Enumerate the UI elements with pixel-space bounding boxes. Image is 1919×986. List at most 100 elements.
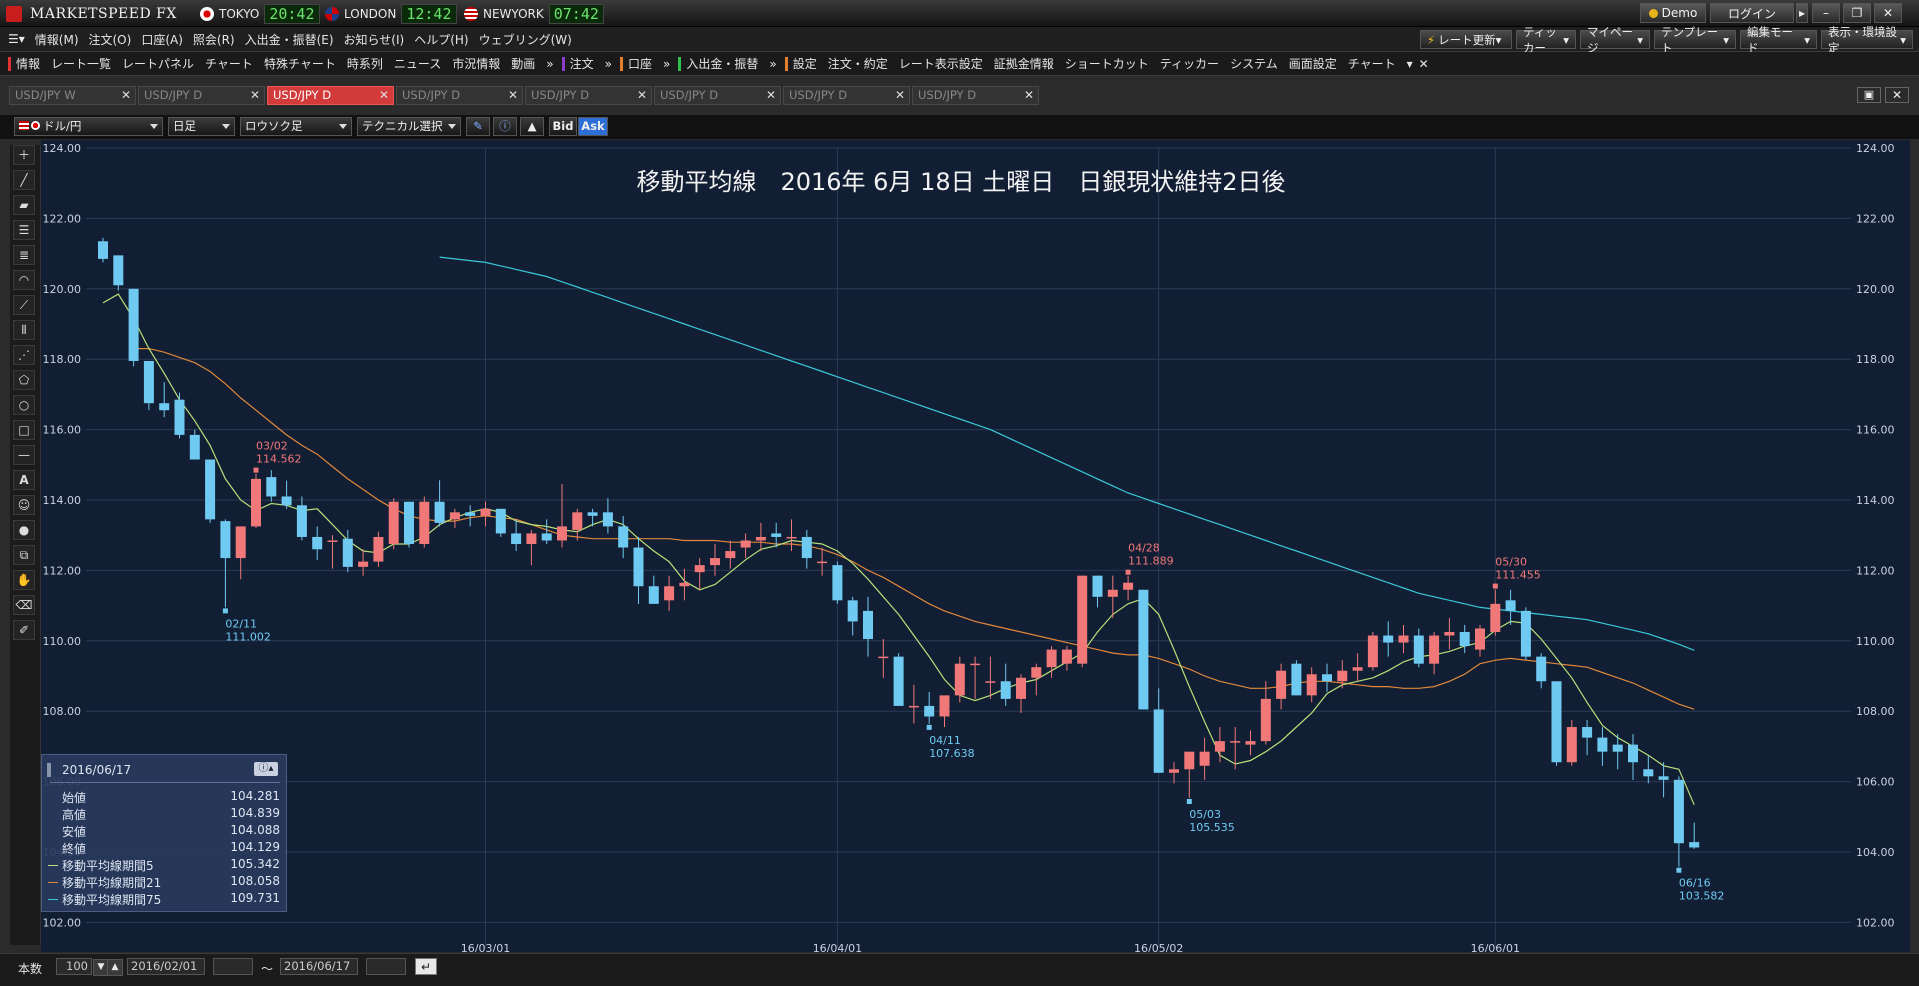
cycle-lines-icon[interactable]: ⦀ bbox=[13, 320, 35, 340]
login-button[interactable]: ログイン bbox=[1710, 3, 1794, 23]
toolbar-timeseries[interactable]: 時系列 bbox=[347, 55, 383, 72]
ruler-icon[interactable]: ▰ bbox=[13, 195, 35, 215]
tab-usdjpy[interactable]: USD/JPY D ✕ bbox=[783, 86, 910, 105]
toolbar-chart-settings[interactable]: チャート bbox=[1348, 55, 1396, 72]
minimize-icon[interactable]: – bbox=[1812, 3, 1840, 23]
pentagon-icon[interactable]: ⬠ bbox=[13, 370, 35, 390]
tab-usdjpy[interactable]: USD/JPY W ✕ bbox=[9, 86, 136, 105]
toolbar-market[interactable]: 市況情報 bbox=[452, 55, 500, 72]
eraser-icon[interactable]: ⌫ bbox=[13, 595, 35, 615]
menu-news[interactable]: お知らせ(I) bbox=[344, 31, 405, 48]
toolbar-info[interactable]: 情報 bbox=[16, 55, 40, 72]
tab-usdjpy[interactable]: USD/JPY D ✕ bbox=[912, 86, 1039, 105]
close-icon[interactable]: ✕ bbox=[379, 87, 389, 104]
toolbar-rate-list[interactable]: レート一覧 bbox=[51, 55, 111, 72]
toolbar-account[interactable]: 口座 bbox=[628, 55, 652, 72]
apply-return-icon[interactable]: ↵ bbox=[415, 958, 437, 975]
time-to-input[interactable] bbox=[366, 958, 406, 975]
chart-canvas[interactable]: 124.00 122.00 120.00 118.00 116.00 114.00 112.… bbox=[41, 140, 1910, 952]
demo-button[interactable]: Demo bbox=[1640, 3, 1706, 23]
eraser-all-icon[interactable]: ✐ bbox=[13, 620, 35, 640]
tab-usdjpy[interactable]: USD/JPY D ✕ bbox=[525, 86, 652, 105]
close-icon[interactable]: ✕ bbox=[508, 87, 518, 104]
text-icon[interactable]: A bbox=[13, 470, 35, 490]
close-icon[interactable]: ✕ bbox=[1419, 57, 1429, 71]
rectangle-icon[interactable]: □ bbox=[13, 420, 35, 440]
technical-select[interactable]: テクニカル選択 bbox=[357, 117, 461, 136]
mypage-button[interactable]: マイページ ▾ bbox=[1580, 25, 1650, 55]
toolbar-screen[interactable]: 画面設定 bbox=[1289, 55, 1337, 72]
toolbar-transfer[interactable]: 入出金・振替 bbox=[686, 55, 758, 72]
trendline-icon[interactable]: ╱ bbox=[13, 170, 35, 190]
hline-icon[interactable]: — bbox=[13, 445, 35, 465]
close-icon[interactable]: ✕ bbox=[1024, 87, 1034, 104]
toolbar-ticker[interactable]: ティッカー bbox=[1160, 55, 1219, 72]
menu-webring[interactable]: ウェブリング(W) bbox=[479, 31, 572, 48]
toolbar-video[interactable]: 動画 bbox=[511, 55, 535, 72]
toolbar-settings[interactable]: 設定 bbox=[793, 55, 817, 72]
fan-icon[interactable]: ⟋ bbox=[13, 295, 35, 315]
bid-button[interactable]: Bid bbox=[549, 117, 577, 136]
period-select[interactable]: 日足 bbox=[168, 117, 235, 136]
ball-icon[interactable]: ● bbox=[13, 520, 35, 540]
pitchfork-icon[interactable]: ⋰ bbox=[13, 345, 35, 365]
toolbar-rate-display[interactable]: レート表示設定 bbox=[899, 55, 983, 72]
more-icon[interactable]: » bbox=[769, 57, 776, 71]
pen-icon[interactable]: ✎ bbox=[466, 117, 490, 136]
hand-icon[interactable]: ✋ bbox=[13, 570, 35, 590]
more-icon[interactable]: » bbox=[605, 57, 612, 71]
fibonacci-icon[interactable]: ≣ bbox=[13, 245, 35, 265]
crosshair-icon[interactable]: ＋ bbox=[13, 145, 35, 165]
arc-icon[interactable]: ◠ bbox=[13, 270, 35, 290]
info-icon[interactable]: ⓘ bbox=[493, 117, 517, 136]
chart-style-select[interactable]: ロウソク足 bbox=[240, 117, 352, 136]
ticker-button[interactable]: ティッカー ▾ bbox=[1516, 25, 1576, 55]
menu-transfer[interactable]: 入出金・振替(E) bbox=[245, 31, 334, 48]
date-from-input[interactable]: 2016/02/01 bbox=[127, 958, 205, 975]
toolbar-margin[interactable]: 証拠金情報 bbox=[994, 55, 1054, 72]
maximize-icon[interactable]: ▣ bbox=[1857, 87, 1881, 103]
chart-type-icon[interactable]: ▲ bbox=[520, 117, 544, 136]
edit-mode-button[interactable]: 編集モード ▾ bbox=[1740, 25, 1817, 55]
restore-icon[interactable]: ❐ bbox=[1843, 3, 1871, 23]
toolbar-chart[interactable]: チャート bbox=[205, 55, 253, 72]
close-icon[interactable]: ✕ bbox=[1885, 87, 1909, 103]
login-arrow-icon[interactable]: ▸ bbox=[1796, 3, 1808, 23]
toolbar-order[interactable]: 注文 bbox=[570, 55, 594, 72]
info-collapse-icon[interactable]: ⓘ▴ bbox=[254, 762, 278, 776]
close-icon[interactable]: ✕ bbox=[766, 87, 776, 104]
count-up-icon[interactable]: ▲ bbox=[107, 959, 123, 976]
tab-usdjpy[interactable]: USD/JPY D ✕ bbox=[138, 86, 265, 105]
toolbar-special-chart[interactable]: 特殊チャート bbox=[264, 55, 336, 72]
horizontal-lines-icon[interactable]: ☰ bbox=[13, 220, 35, 240]
circle-icon[interactable]: ○ bbox=[13, 395, 35, 415]
menu-info[interactable]: 情報(M) bbox=[35, 31, 79, 48]
ask-button[interactable]: Ask bbox=[578, 117, 608, 136]
close-icon[interactable]: ✕ bbox=[1874, 3, 1902, 23]
count-input[interactable]: 100 bbox=[56, 958, 92, 975]
more-icon[interactable]: » bbox=[546, 57, 553, 71]
close-icon[interactable]: ✕ bbox=[895, 87, 905, 104]
currency-pair-select[interactable]: ドル/円 bbox=[14, 117, 163, 136]
toolbar-rate-panel[interactable]: レートパネル bbox=[122, 55, 194, 72]
toolbar-shortcut[interactable]: ショートカット bbox=[1065, 55, 1149, 72]
copy-icon[interactable]: ⧉ bbox=[13, 545, 35, 565]
close-icon[interactable]: ✕ bbox=[637, 87, 647, 104]
tab-usdjpy[interactable]: USD/JPY D ✕ bbox=[396, 86, 523, 105]
menu-inquiry[interactable]: 照会(R) bbox=[193, 31, 235, 48]
dropdown-icon[interactable]: ▾ bbox=[1407, 57, 1413, 71]
tab-usdjpy[interactable]: USD/JPY D ✕ bbox=[654, 86, 781, 105]
candlestick-chart[interactable]: 124.00 122.00 120.00 118.00 116.00 114.00 112.… bbox=[41, 140, 1910, 952]
menu-account[interactable]: 口座(A) bbox=[141, 31, 183, 48]
time-from-input[interactable] bbox=[213, 958, 253, 975]
display-settings-button[interactable]: 表示・環境設定 ▾ bbox=[1821, 25, 1913, 55]
toolbar-order-exec[interactable]: 注文・約定 bbox=[828, 55, 888, 72]
tab-usdjpy-active[interactable]: USD/JPY D ✕ bbox=[267, 86, 394, 105]
template-button[interactable]: テンプレート ▾ bbox=[1654, 25, 1736, 55]
toolbar-system[interactable]: システム bbox=[1230, 55, 1278, 72]
toolbar-news[interactable]: ニュース bbox=[394, 55, 441, 72]
emoji-icon[interactable]: ☺ bbox=[13, 495, 35, 515]
rate-update-button[interactable]: ⚡ レート更新 ▾ bbox=[1420, 30, 1512, 49]
menu-order[interactable]: 注文(O) bbox=[89, 31, 132, 48]
date-to-input[interactable]: 2016/06/17 bbox=[280, 958, 358, 975]
